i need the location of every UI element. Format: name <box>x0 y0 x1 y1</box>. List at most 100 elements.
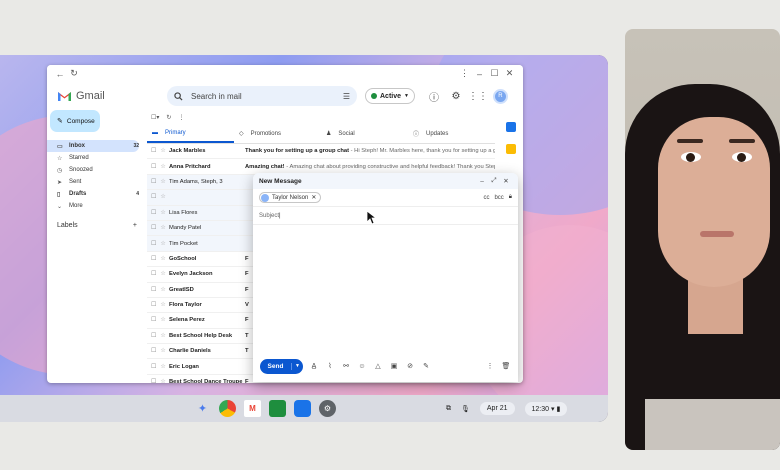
schedule-send-dropdown[interactable]: ▼ <box>292 363 303 369</box>
lock-icon[interactable]: 🔒︎ <box>509 194 512 201</box>
expand-icon[interactable]: ⤢ <box>488 177 500 185</box>
row-checkbox[interactable]: ☐ <box>147 179 157 185</box>
sidebar-item-drafts[interactable]: ▯ Drafts 4 <box>47 188 139 200</box>
remove-recipient-icon[interactable]: ✕ <box>311 194 316 201</box>
apps-grid-icon[interactable]: ⋮⋮ <box>467 91 489 102</box>
refresh-icon[interactable]: ↻ <box>166 114 171 121</box>
star-icon[interactable]: ☆ <box>157 194 169 200</box>
photo-icon[interactable]: ▣ <box>389 362 399 370</box>
row-checkbox[interactable]: ☐ <box>147 379 157 383</box>
tab-primary[interactable]: ▬ Primary <box>147 124 234 143</box>
send-button[interactable]: Send ▼ <box>260 358 303 374</box>
help-icon[interactable]: ⓘ <box>423 89 445 104</box>
star-icon[interactable]: ☆ <box>157 348 169 354</box>
sidebar-item-more[interactable]: ⌄ More <box>47 200 139 212</box>
subject-input[interactable]: Subject | <box>253 207 518 225</box>
star-icon[interactable]: ☆ <box>157 210 169 216</box>
settings-app-icon[interactable]: ⚙ <box>319 400 336 417</box>
tab-updates[interactable]: ⓘ Updates <box>408 124 495 143</box>
chrome-icon[interactable] <box>219 400 236 417</box>
row-checkbox[interactable]: ☐ <box>147 287 157 293</box>
row-checkbox[interactable]: ☐ <box>147 256 157 262</box>
gmail-sidebar: ✎ Compose ▭ Inbox 32 ☆ Starred ◷ Snoozed… <box>47 110 144 383</box>
maximize-icon[interactable]: ☐ <box>487 68 502 79</box>
signature-icon[interactable]: ✎ <box>421 362 431 370</box>
more-options-icon[interactable]: ⋮ <box>485 362 495 370</box>
add-label-icon[interactable]: + <box>133 222 137 229</box>
gmail-app-icon[interactable]: M <box>244 400 261 417</box>
files-icon[interactable] <box>294 400 311 417</box>
star-icon[interactable]: ☆ <box>157 256 169 262</box>
classroom-icon[interactable] <box>269 400 286 417</box>
row-checkbox[interactable]: ☐ <box>147 148 157 154</box>
confidential-icon[interactable]: ⊘ <box>405 362 415 370</box>
search-input[interactable]: Search in mail <box>191 92 343 101</box>
status-dropdown[interactable]: Active ▼ <box>365 88 415 104</box>
star-icon[interactable]: ☆ <box>157 317 169 323</box>
star-icon[interactable]: ☆ <box>157 241 169 247</box>
sidebar-item-starred[interactable]: ☆ Starred <box>47 152 139 164</box>
screen-capture-icon[interactable]: ⧉ <box>446 405 451 413</box>
close-icon[interactable]: ✕ <box>500 177 512 185</box>
star-icon[interactable]: ☆ <box>157 333 169 339</box>
recipients-field[interactable]: Taylor Nelson ✕ cc bcc 🔒︎ <box>253 189 518 207</box>
attach-icon[interactable]: ⌇ <box>325 362 335 370</box>
sidebar-item-inbox[interactable]: ▭ Inbox 32 <box>47 140 139 152</box>
email-row[interactable]: ☐ ☆ Jack Marbles Thank you for setting up a… <box>147 144 495 160</box>
row-checkbox[interactable]: ☐ <box>147 225 157 231</box>
recipient-chip[interactable]: Taylor Nelson ✕ <box>259 192 322 203</box>
star-icon[interactable]: ☆ <box>157 271 169 277</box>
tab-promotions[interactable]: ◇ Promotions <box>234 124 321 143</box>
row-checkbox[interactable]: ☐ <box>147 348 157 354</box>
message-body[interactable] <box>253 225 518 353</box>
time-display[interactable]: 12:30 ▾ ▮ <box>524 401 568 416</box>
back-icon[interactable]: ← <box>53 69 67 79</box>
row-checkbox[interactable]: ☐ <box>147 210 157 216</box>
star-icon[interactable]: ☆ <box>157 225 169 231</box>
reload-icon[interactable]: ↻ <box>67 68 81 79</box>
minimize-icon[interactable]: – <box>476 178 488 185</box>
sidebar-item-snoozed[interactable]: ◷ Snoozed <box>47 164 139 176</box>
star-icon[interactable]: ☆ <box>157 379 169 383</box>
sidebar-item-sent[interactable]: ➤ Sent <box>47 176 139 188</box>
star-icon[interactable]: ☆ <box>157 287 169 293</box>
star-icon[interactable]: ☆ <box>157 302 169 308</box>
tab-social[interactable]: ♟ Social <box>321 124 408 143</box>
star-icon[interactable]: ☆ <box>157 148 169 154</box>
more-options-icon[interactable]: ⋮ <box>178 114 184 121</box>
close-window-icon[interactable]: ✕ <box>502 68 517 79</box>
settings-gear-icon[interactable]: ⚙ <box>445 91 467 102</box>
gmail-logo[interactable]: Gmail <box>57 90 167 102</box>
trash-icon[interactable]: 🗑︎ <box>501 362 511 370</box>
compose-button[interactable]: ✎ Compose <box>50 110 100 132</box>
row-checkbox[interactable]: ☐ <box>147 317 157 323</box>
star-icon[interactable]: ☆ <box>157 164 169 170</box>
select-all-checkbox[interactable]: ☐▾ <box>151 114 159 121</box>
formatting-icon[interactable]: A̲ <box>309 363 319 370</box>
microphone-icon[interactable]: 🎙︎ <box>461 405 470 413</box>
bcc-link[interactable]: bcc <box>494 195 503 201</box>
account-avatar[interactable]: R <box>492 88 508 104</box>
row-checkbox[interactable]: ☐ <box>147 302 157 308</box>
star-icon[interactable]: ☆ <box>157 364 169 370</box>
keep-icon[interactable] <box>506 144 516 154</box>
row-checkbox[interactable]: ☐ <box>147 194 157 200</box>
row-checkbox[interactable]: ☐ <box>147 241 157 247</box>
row-checkbox[interactable]: ☐ <box>147 364 157 370</box>
drive-icon[interactable]: △ <box>373 362 383 370</box>
star-icon[interactable]: ☆ <box>157 179 169 185</box>
browser-menu-icon[interactable]: ⋮ <box>457 68 472 79</box>
row-checkbox[interactable]: ☐ <box>147 271 157 277</box>
cc-link[interactable]: cc <box>483 195 489 201</box>
emoji-icon[interactable]: ☺ <box>357 363 367 370</box>
search-icon[interactable] <box>174 91 183 101</box>
row-checkbox[interactable]: ☐ <box>147 333 157 339</box>
date-display[interactable]: Apr 21 <box>479 402 515 415</box>
calendar-icon[interactable] <box>506 122 516 132</box>
link-icon[interactable]: ⚯ <box>341 362 351 370</box>
gemini-icon[interactable]: ✦ <box>194 400 211 417</box>
search-bar[interactable]: Search in mail ☰ <box>167 86 357 106</box>
row-checkbox[interactable]: ☐ <box>147 164 157 170</box>
minimize-icon[interactable]: – <box>472 69 487 79</box>
search-options-icon[interactable]: ☰ <box>343 92 350 101</box>
